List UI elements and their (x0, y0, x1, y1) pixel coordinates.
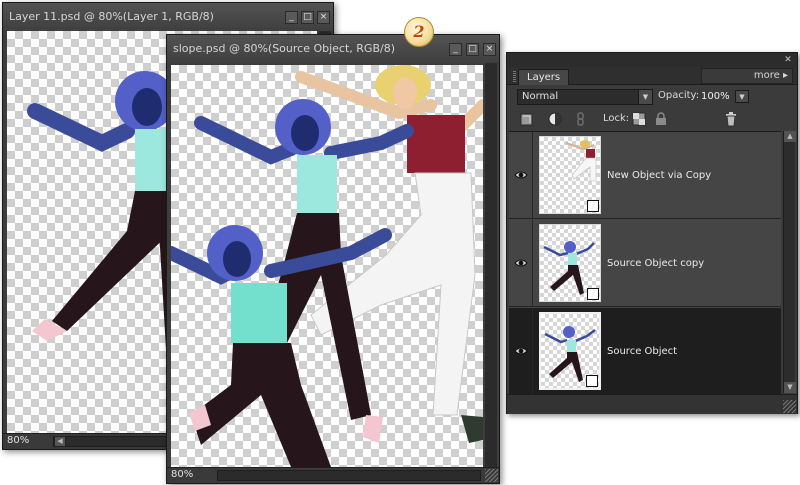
chevron-right-icon: ▸ (782, 70, 788, 81)
blend-opacity-row: Normal ▼ Opacity: 100% ▼ (507, 87, 797, 107)
layer-list[interactable]: New Object via Copy Source Object copy S… (509, 131, 781, 395)
panel-tab-row: Layers more ▸ (507, 67, 797, 85)
front-horizontal-scrollbar[interactable] (217, 470, 481, 481)
smart-object-badge-icon (587, 200, 599, 212)
checker-lock-icon[interactable] (631, 111, 647, 127)
layer-row[interactable]: New Object via Copy (509, 132, 781, 219)
chevron-down-icon: ▼ (638, 90, 652, 104)
layer-thumbnail[interactable] (539, 224, 601, 302)
opacity-label: Opacity: (658, 90, 700, 101)
blend-mode-select[interactable]: Normal ▼ (517, 89, 653, 105)
front-vertical-scrollbar[interactable] (485, 63, 497, 467)
close-icon[interactable]: ✕ (783, 55, 793, 65)
visibility-toggle[interactable] (509, 308, 533, 395)
front-zoom-level: 80% (171, 469, 194, 480)
eye-icon[interactable] (514, 169, 528, 181)
layer-tools-row: Lock: (507, 109, 797, 129)
smart-object-badge-icon (586, 375, 598, 387)
more-label: more (753, 70, 780, 81)
layers-vertical-scrollbar[interactable]: ▲ ▼ (783, 131, 796, 393)
blend-mode-value: Normal (522, 91, 559, 102)
padlock-icon[interactable] (653, 111, 669, 127)
maximize-icon[interactable]: □ (466, 43, 479, 56)
background-zoom-level: 80% (7, 435, 30, 446)
layers-panel[interactable]: ✕ Layers more ▸ Normal ▼ Opacity: 100% ▼… (506, 52, 798, 414)
front-document-window[interactable]: slope.psd @ 80%(Source Object, RGB/8) _ … (166, 34, 500, 484)
smart-object-badge-icon (587, 288, 599, 300)
visibility-toggle[interactable] (509, 132, 533, 219)
more-menu-button[interactable]: more ▸ (701, 68, 793, 84)
panel-header[interactable]: ✕ (507, 53, 797, 67)
step-number-badge: 2 (404, 17, 434, 47)
resize-grip-icon[interactable] (783, 400, 796, 413)
scroll-left-icon[interactable]: ◀ (54, 436, 66, 447)
layer-name[interactable]: New Object via Copy (607, 170, 711, 181)
eye-icon[interactable] (514, 345, 528, 357)
scroll-down-icon[interactable]: ▼ (784, 382, 796, 393)
background-window-title: Layer 11.psd @ 80%(Layer 1, RGB/8) (9, 10, 214, 23)
chevron-down-icon[interactable]: ▼ (735, 90, 749, 103)
front-window-title: slope.psd @ 80%(Source Object, RGB/8) (173, 42, 395, 55)
opacity-input[interactable]: 100% (701, 89, 731, 105)
tab-layers[interactable]: Layers (518, 69, 570, 85)
resize-grip-icon[interactable] (485, 469, 498, 482)
minimize-icon[interactable]: _ (449, 43, 462, 56)
trash-icon[interactable] (723, 111, 739, 127)
adjustment-layer-icon[interactable] (547, 111, 563, 127)
minimize-icon[interactable]: _ (285, 11, 298, 24)
link-layers-icon[interactable] (573, 111, 589, 127)
close-icon[interactable]: × (317, 11, 330, 24)
lock-label: Lock: (603, 113, 630, 124)
layer-row[interactable]: Source Object copy (509, 220, 781, 307)
panel-footer (507, 394, 797, 414)
layer-row-selected[interactable]: Source Object (509, 308, 781, 395)
background-window-titlebar[interactable]: Layer 11.psd @ 80%(Layer 1, RGB/8) (3, 3, 333, 31)
layer-name[interactable]: Source Object copy (607, 258, 704, 269)
close-icon[interactable]: × (483, 43, 496, 56)
front-status-bar: 80% (167, 467, 499, 483)
new-layer-icon[interactable] (519, 111, 535, 127)
grip-icon[interactable] (513, 71, 516, 82)
layer-thumbnail[interactable] (539, 312, 601, 390)
layer-thumbnail[interactable] (539, 136, 601, 214)
eye-icon[interactable] (514, 257, 528, 269)
layer-name[interactable]: Source Object (607, 346, 677, 357)
maximize-icon[interactable]: □ (301, 11, 314, 24)
three-jumpers-composite (171, 65, 483, 467)
front-canvas[interactable] (171, 65, 483, 467)
visibility-toggle[interactable] (509, 220, 533, 307)
scroll-up-icon[interactable]: ▲ (784, 131, 796, 142)
